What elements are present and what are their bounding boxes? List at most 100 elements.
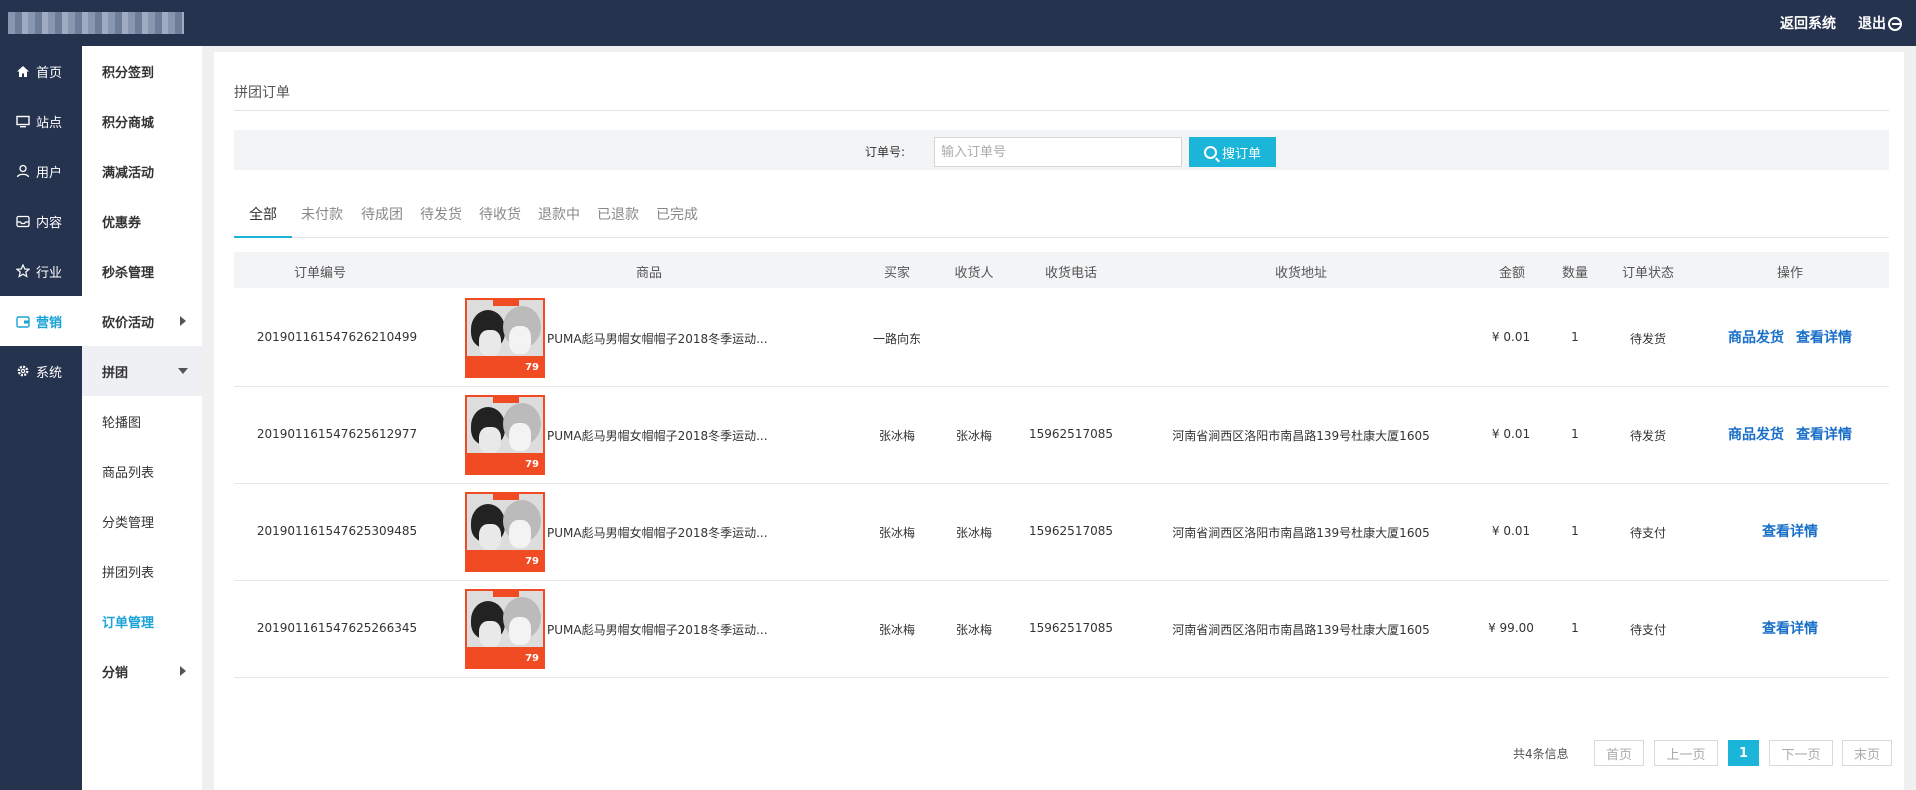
column-header: 订单状态	[1621, 266, 1675, 281]
order-quantity: 1	[1571, 427, 1579, 441]
logout-button[interactable]: 退出	[1858, 13, 1902, 33]
price-tag: 79	[525, 362, 539, 373]
search-button-label: 搜订单	[1221, 145, 1261, 161]
subnav-discount-activity[interactable]: 满减活动	[82, 146, 202, 196]
receiver-name: 张冰梅	[955, 623, 993, 637]
record-count: 共4条信息	[1513, 747, 1569, 761]
order-status: 待支付	[1629, 526, 1667, 540]
order-amount: ¥ 0.01	[1491, 427, 1531, 441]
tab-to-ship[interactable]: 待发货	[412, 204, 470, 236]
page-title: 拼团订单	[234, 85, 290, 101]
table-header: 订单编号 商品 买家 收货人 收货电话 收货地址 金额 数量 订单状态 操作	[234, 252, 1889, 288]
nav-item-system[interactable]: 系统	[0, 346, 82, 396]
subnav-product-list[interactable]: 商品列表	[82, 446, 202, 496]
search-orders-button[interactable]: 搜订单	[1189, 137, 1276, 167]
chevron-right-icon	[180, 666, 186, 676]
nav-item-label: 首页	[36, 65, 63, 81]
tab-pending-group[interactable]: 待成团	[352, 204, 412, 236]
order-status: 待发货	[1629, 332, 1667, 346]
ship-goods-link[interactable]: 商品发货	[1728, 327, 1784, 347]
subnav-group-list[interactable]: 拼团列表	[82, 546, 202, 596]
shipping-address: 河南省涧西区洛阳市南昌路139号杜康大厦1605	[1172, 429, 1430, 443]
receiver-name: 张冰梅	[955, 526, 993, 540]
status-tabs: 全部 未付款 待成团 待发货 待收货 退款中 已退款 已完成	[234, 194, 1889, 238]
price-tag: 79	[525, 653, 539, 664]
view-details-link[interactable]: 查看详情	[1796, 327, 1852, 347]
column-header: 收货人	[954, 266, 994, 281]
chevron-right-icon	[180, 316, 186, 326]
subnav-coupons[interactable]: 优惠券	[82, 196, 202, 246]
subnav-distribution[interactable]: 分销	[82, 646, 202, 696]
column-header: 金额	[1498, 266, 1526, 281]
subnav-points-checkin[interactable]: 积分签到	[82, 46, 202, 96]
subnav-carousel[interactable]: 轮播图	[82, 396, 202, 446]
nav-item-site[interactable]: 站点	[0, 96, 82, 146]
nav-item-user[interactable]: 用户	[0, 146, 82, 196]
order-number: 201901161547625266345	[256, 621, 418, 635]
column-header: 买家	[883, 266, 911, 281]
nav-item-home[interactable]: 首页	[0, 46, 82, 96]
nav-item-industry[interactable]: 行业	[0, 246, 82, 296]
tab-unpaid[interactable]: 未付款	[292, 204, 352, 236]
home-icon	[16, 64, 30, 78]
tab-refunding[interactable]: 退款中	[530, 204, 588, 236]
order-amount: ¥ 99.00	[1488, 621, 1534, 635]
tab-all[interactable]: 全部	[234, 204, 292, 238]
primary-sidebar: 首页 站点 用户 内容 行业 营销 系统	[0, 46, 82, 790]
subnav-points-mall[interactable]: 积分商城	[82, 96, 202, 146]
table-row: 201901161547626210499 79 PUMA彪马男帽女帽帽子201…	[234, 289, 1889, 387]
prev-page-button[interactable]: 上一页	[1654, 740, 1718, 766]
order-status: 待发货	[1629, 429, 1667, 443]
buyer-name: 一路向东	[872, 332, 922, 346]
tab-completed[interactable]: 已完成	[648, 204, 706, 236]
tab-refunded[interactable]: 已退款	[588, 204, 648, 236]
product-title: PUMA彪马男帽女帽帽子2018冬季运动...	[547, 623, 768, 637]
buyer-name: 张冰梅	[878, 526, 916, 540]
view-details-link[interactable]: 查看详情	[1762, 521, 1818, 541]
subnav-order-management[interactable]: 订单管理	[82, 596, 202, 646]
nav-item-content[interactable]: 内容	[0, 196, 82, 246]
order-amount: ¥ 0.01	[1491, 524, 1531, 538]
column-header: 商品	[635, 266, 663, 281]
shipping-address: 河南省涧西区洛阳市南昌路139号杜康大厦1605	[1172, 623, 1430, 637]
subnav-group-buy[interactable]: 拼团	[82, 346, 202, 396]
product-title: PUMA彪马男帽女帽帽子2018冬季运动...	[547, 429, 768, 443]
table-row: 201901161547625309485 79 PUMA彪马男帽女帽帽子201…	[234, 483, 1889, 581]
next-page-button[interactable]: 下一页	[1769, 740, 1833, 766]
order-number: 201901161547625309485	[256, 524, 418, 538]
logout-icon	[1888, 17, 1902, 31]
product-image[interactable]: 79	[465, 589, 545, 669]
view-details-link[interactable]: 查看详情	[1796, 424, 1852, 444]
last-page-button[interactable]: 末页	[1842, 740, 1892, 766]
receiver-phone: 15962517085	[1029, 524, 1113, 538]
nav-item-marketing[interactable]: 营销	[0, 296, 82, 346]
shipping-address: 河南省涧西区洛阳市南昌路139号杜康大厦1605	[1172, 526, 1430, 540]
search-bar: 订单号: 搜订单	[234, 130, 1889, 170]
top-bar: 返回系统 退出	[0, 0, 1916, 46]
return-system-link[interactable]: 返回系统	[1780, 13, 1836, 33]
wallet-icon	[16, 314, 30, 328]
subnav-bargain[interactable]: 砍价活动	[82, 296, 202, 346]
monitor-icon	[16, 114, 30, 128]
nav-item-label: 行业	[36, 265, 63, 281]
column-header: 订单编号	[293, 266, 347, 281]
subnav-flash-sale[interactable]: 秒杀管理	[82, 246, 202, 296]
logout-label: 退出	[1858, 16, 1886, 32]
product-image[interactable]: 79	[465, 298, 545, 378]
ship-goods-link[interactable]: 商品发货	[1728, 424, 1784, 444]
receiver-name: 张冰梅	[955, 429, 993, 443]
subnav-category[interactable]: 分类管理	[82, 496, 202, 546]
column-header: 操作	[1776, 266, 1804, 281]
order-quantity: 1	[1571, 524, 1579, 538]
first-page-button[interactable]: 首页	[1594, 740, 1644, 766]
page-number-button[interactable]: 1	[1728, 740, 1759, 766]
product-image[interactable]: 79	[465, 492, 545, 572]
column-header: 收货电话	[1044, 266, 1098, 281]
main-panel: 拼团订单 订单号: 搜订单 全部 未付款 待成团 待发货 待收货 退款中 已退款…	[214, 52, 1904, 790]
view-details-link[interactable]: 查看详情	[1762, 618, 1818, 638]
nav-item-label: 用户	[36, 165, 63, 181]
tab-to-receive[interactable]: 待收货	[470, 204, 530, 236]
site-logo	[8, 12, 184, 34]
order-number-input[interactable]	[934, 137, 1182, 167]
product-image[interactable]: 79	[465, 395, 545, 475]
